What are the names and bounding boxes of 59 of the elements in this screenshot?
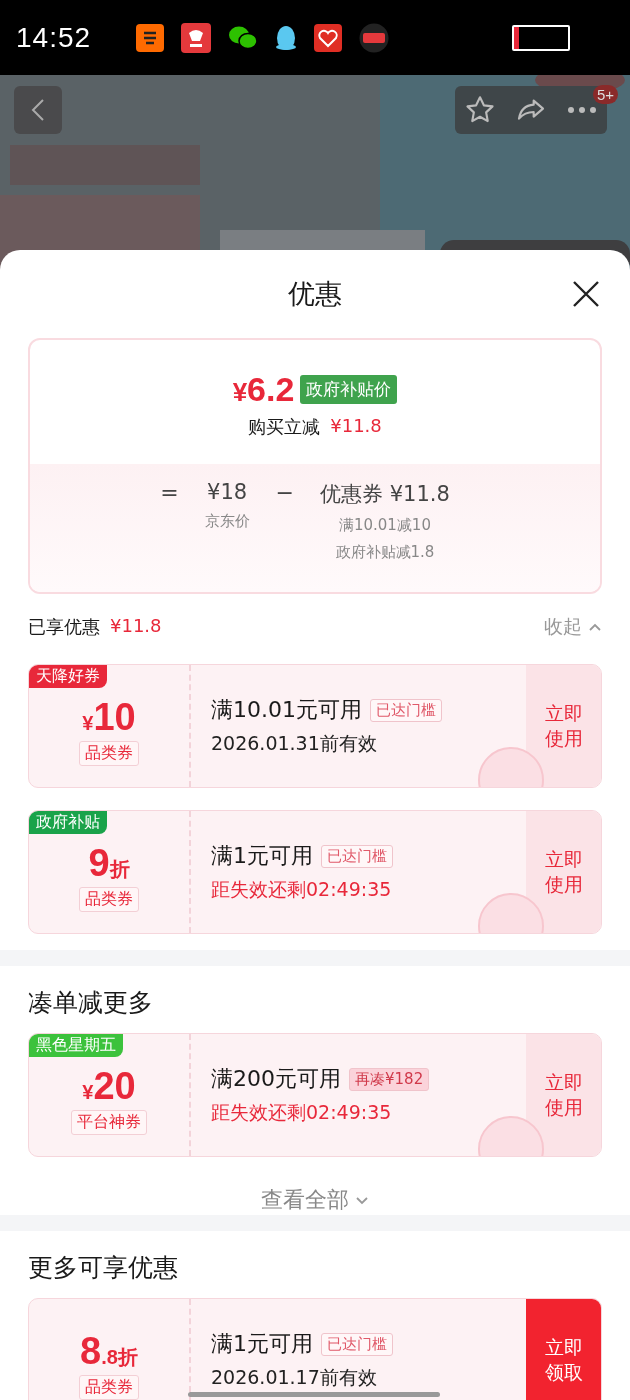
use-coupon-button[interactable]: 立即使用 — [526, 1034, 601, 1156]
coupon-condition: 满10.01元可用 — [211, 696, 362, 724]
collapse-toggle[interactable]: 收起 — [544, 614, 602, 640]
use-coupon-button[interactable]: 立即使用 — [526, 811, 601, 933]
enjoyed-label: 已享优惠 — [28, 615, 100, 639]
coupon-type: 品类券 — [79, 1375, 139, 1400]
coupon-condition: 满1元可用 — [211, 842, 313, 870]
discount-detail: 政府补贴减1.8 — [335, 543, 435, 562]
equals-sign: = — [160, 480, 179, 505]
coupon-validity: 2026.01.31前有效 — [211, 731, 378, 756]
app-icon — [136, 23, 164, 52]
coupon-condition: 满1元可用 — [211, 1330, 313, 1358]
base-price: ¥18 — [207, 480, 248, 504]
enjoyed-amount: ¥11.8 — [110, 615, 162, 638]
discount-detail: 满10.01减10 — [338, 516, 431, 535]
coupon-type: 平台神券 — [71, 1110, 147, 1135]
app-icon — [181, 22, 211, 53]
chevron-up-icon — [588, 622, 602, 632]
more-icon[interactable] — [565, 105, 598, 115]
minus-sign: − — [275, 480, 295, 505]
threshold-badge: 已达门槛 — [321, 844, 393, 868]
saving-amount: ¥11.8 — [330, 414, 382, 438]
price-tag: 政府补贴价 — [300, 374, 398, 404]
coupon-condition: 满200元可用 — [211, 1065, 341, 1093]
coupon-validity: 距失效还剩02:49:35 — [211, 1100, 393, 1125]
use-coupon-button[interactable]: 立即使用 — [526, 665, 601, 787]
status-time: 14:52 — [16, 21, 93, 54]
app-icon — [314, 23, 342, 52]
coupon-value: ¥10 — [82, 696, 136, 739]
coupon-type: 品类券 — [79, 741, 139, 766]
battery-icon — [512, 24, 570, 51]
section-heading: 凑单减更多 — [28, 987, 154, 1019]
view-all-button[interactable]: 查看全部 — [261, 1185, 369, 1215]
chat-bubbles-icon — [228, 24, 258, 51]
final-price: ¥6.2 — [232, 369, 295, 409]
chevron-down-icon — [355, 1195, 369, 1205]
coupon-value: 9折 — [88, 842, 130, 885]
coupon-tag: 天降好券 — [29, 665, 107, 688]
coupon-discount: 优惠券 ¥11.8 — [320, 481, 450, 508]
coupon-tag: 黑色星期五 — [29, 1034, 123, 1057]
coupon-value: 8.8折 — [80, 1330, 138, 1373]
use-coupon-button[interactable]: 立即领取 — [526, 1299, 601, 1400]
saving-label: 购买立减 — [248, 414, 321, 439]
threshold-badge: 再凑¥182 — [349, 1067, 430, 1091]
app-icon — [359, 22, 389, 53]
back-icon — [31, 98, 45, 122]
coupon-value: ¥20 — [82, 1065, 136, 1108]
coupon-tag: 政府补贴 — [29, 811, 107, 834]
coupon-type: 品类券 — [79, 887, 139, 912]
close-button[interactable] — [572, 280, 600, 308]
back-button[interactable] — [14, 86, 62, 134]
penguin-icon — [275, 24, 297, 51]
section-heading: 更多可享优惠 — [28, 1252, 179, 1284]
threshold-badge: 已达门槛 — [370, 698, 442, 722]
base-price-label: 京东价 — [204, 512, 250, 531]
threshold-badge: 已达门槛 — [321, 1332, 393, 1356]
sheet-title: 优惠 — [288, 277, 342, 311]
coupon-validity: 2026.01.17前有效 — [211, 1365, 378, 1390]
coupon-validity: 距失效还剩02:49:35 — [211, 877, 393, 902]
